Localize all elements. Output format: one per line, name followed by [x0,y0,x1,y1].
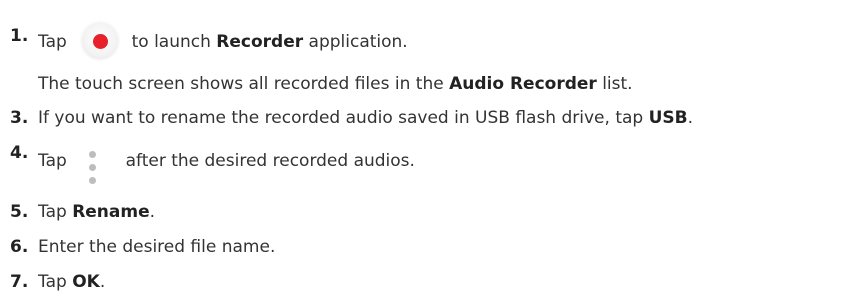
step-text-pre: Tap [38,272,67,292]
step-text-pre: If you want to rename the recorded audio… [38,108,644,128]
list-name-audio-recorder: Audio Recorder [449,74,597,94]
step-text-post: after the desired recorded audios. [125,151,415,171]
step-text-post: . [99,272,106,292]
button-name-rename: Rename [72,202,150,222]
result-text-post: list. [602,74,633,94]
more-dot-icon [89,164,97,171]
step-number: 3. [10,108,29,128]
step-text-mid: to launch [131,32,211,52]
step-text: Tap Rename. [38,200,155,224]
step-number: 4. [10,143,29,163]
button-name-ok: OK [72,272,100,292]
result-text-pre: The touch screen shows all recorded file… [38,74,444,94]
step-text-pre: Tap [38,32,67,52]
button-name-usb: USB [648,108,688,128]
step-text: Tap after the desired recorded audios. [38,141,415,184]
step-text-post: application. [308,32,408,52]
more-dot-icon [89,151,97,158]
app-name-recorder: Recorder [216,32,304,52]
step-number: 7. [10,272,29,292]
step-text: Tap to launch Recorder application. [38,23,408,60]
record-button-icon [82,23,119,59]
step-number: 6. [10,237,29,257]
step-number: 1. [10,26,29,46]
step-number: 5. [10,202,29,222]
step-text-pre: Tap [38,151,67,171]
more-options-icon [86,149,100,189]
step-1-result: The touch screen shows all recorded file… [38,72,633,96]
step-text: If you want to rename the recorded audio… [38,106,693,130]
step-text-pre: Enter the desired file name. [38,237,276,257]
step-text: Tap OK. [38,270,105,294]
more-dot-icon [89,177,97,184]
step-text-post: . [687,108,694,128]
step-text-post: . [149,202,156,222]
step-text-pre: Tap [38,202,67,222]
step-text: Enter the desired file name. [38,235,275,259]
